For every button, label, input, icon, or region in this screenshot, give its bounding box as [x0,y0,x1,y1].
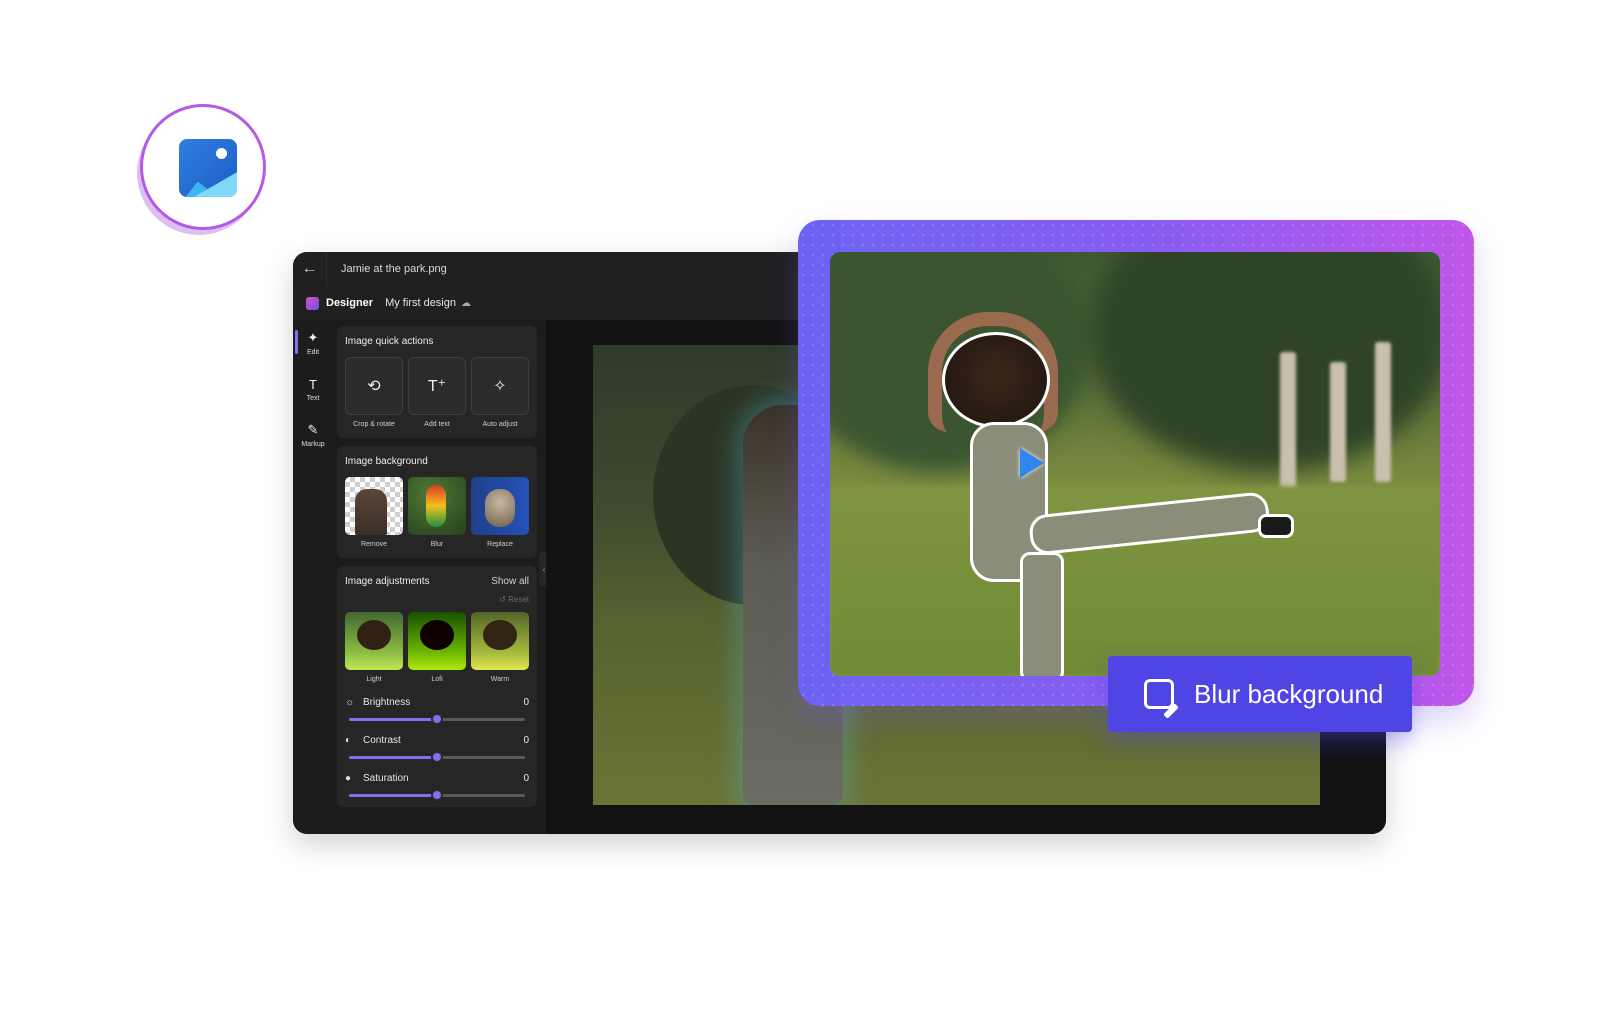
filter-light[interactable]: Light [345,612,403,683]
edit-panel: Image quick actions ⟲ Crop & rotate T⁺ A… [337,326,537,834]
qa-label: Add text [424,421,450,428]
reset-label: Reset [508,595,529,604]
rail-item-markup[interactable]: ✎ Markup [293,412,333,458]
contrast-slider[interactable] [349,751,525,763]
qa-label: Remove [360,541,388,548]
auto-adjust-button[interactable]: ✧ Auto adjust [471,357,529,428]
brightness-slider[interactable] [349,713,525,725]
slider-value: 0 [523,773,529,784]
blurred-photo-preview [830,252,1440,676]
qa-label: Light [366,676,382,683]
slider-handle[interactable] [431,713,443,725]
replace-background-button[interactable]: Replace [471,477,529,548]
stage: ← Jamie at the park.png Designer My firs… [0,0,1600,1026]
rail-item-edit[interactable]: ✦ Edit [293,320,333,366]
remove-background-button[interactable]: Remove [345,477,403,548]
contrast-icon: ◐ [345,735,352,746]
filter-thumbnail [471,612,529,670]
slider-label: Brightness [363,697,411,708]
designer-app-name: Designer [326,297,374,309]
filter-thumbnail [345,612,403,670]
remove-thumbnail [345,477,403,535]
photos-icon [179,139,237,197]
background-card: Image background Remove Blur Replace [337,446,537,558]
pen-icon: ✎ [307,422,319,437]
add-text-button[interactable]: T⁺ Add text [408,357,466,428]
drop-icon: ● [345,773,352,784]
crop-rotate-icon: ⟲ [367,378,381,395]
arrow-left-icon: ← [301,260,318,277]
tool-rail: ✦ Edit T Text ✎ Markup [293,320,333,834]
pointer-cursor-icon [1020,448,1044,478]
back-button[interactable]: ← [293,252,327,286]
rail-item-text[interactable]: T Text [293,366,333,412]
show-all-link[interactable]: Show all [491,576,529,587]
sparkle-icon: ✦ [307,330,319,345]
quick-actions-title: Image quick actions [345,336,434,347]
blur-background-option[interactable]: Blur [408,477,466,548]
image-blur-icon [1144,679,1174,709]
add-text-icon: T⁺ [427,378,447,395]
qa-label: Replace [487,541,513,548]
rail-item-label: Text [306,394,320,402]
slider-label: Contrast [363,735,401,746]
blur-preview-frame [798,220,1474,706]
filter-lofi[interactable]: Lofi [408,612,466,683]
adjustments-card: Image adjustments Show all ↺ Reset Light… [337,566,537,807]
reset-button[interactable]: ↺ Reset [345,595,529,604]
designer-logo-icon [306,296,319,310]
slider-value: 0 [523,735,529,746]
photos-app-logo [140,104,266,230]
background-title: Image background [345,456,428,467]
chevron-left-icon: ‹ [542,564,546,574]
magic-wand-icon: ✧ [493,378,507,395]
slider-label: Saturation [363,773,409,784]
reset-icon: ↺ [499,595,509,604]
brightness-icon: ☼ [345,697,355,708]
text-icon: T [309,376,317,392]
saturation-slider[interactable] [349,789,525,801]
qa-label: Blur [430,541,444,548]
quick-actions-card: Image quick actions ⟲ Crop & rotate T⁺ A… [337,326,537,438]
replace-thumbnail [471,477,529,535]
qa-label: Warm [490,676,510,683]
brightness-slider-row: ☼ Brightness 0 [345,697,529,725]
rail-item-label: Markup [301,441,325,448]
qa-label: Lofi [431,676,443,683]
adjustments-title: Image adjustments [345,576,430,587]
slider-handle[interactable] [431,751,443,763]
design-name[interactable]: My first design [385,297,456,309]
filter-thumbnail [408,612,466,670]
rail-item-label: Edit [306,349,320,356]
contrast-slider-row: ◐ Contrast 0 [345,735,529,763]
slider-handle[interactable] [431,789,443,801]
filter-warm[interactable]: Warm [471,612,529,683]
file-title: Jamie at the park.png [341,263,447,275]
qa-label: Auto adjust [482,421,518,428]
qa-label: Crop & rotate [353,421,395,428]
blur-thumbnail [408,477,466,535]
saturation-slider-row: ● Saturation 0 [345,773,529,801]
slider-value: 0 [523,697,529,708]
blur-background-button[interactable]: Blur background [1108,656,1412,732]
blur-background-label: Blur background [1194,678,1384,709]
crop-rotate-button[interactable]: ⟲ Crop & rotate [345,357,403,428]
cloud-sync-icon: ☁ [461,297,471,309]
